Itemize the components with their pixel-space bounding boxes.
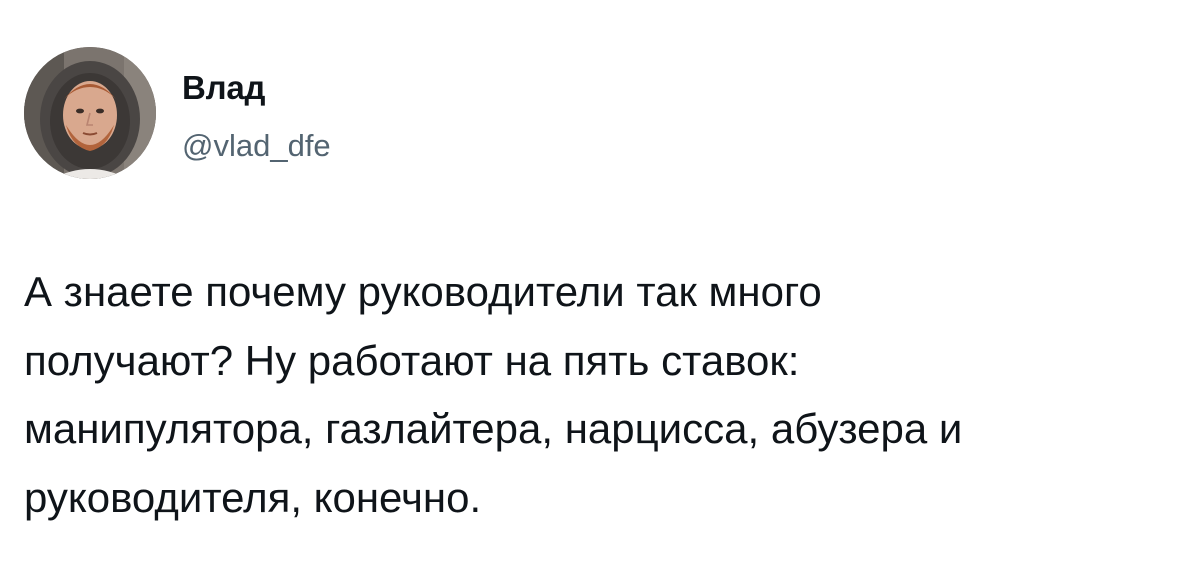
tweet-text-line: получают? Ну работают на пять ставок: [24, 336, 800, 384]
tweet-text-line: манипулятора, газлайтера, нарцисса, абуз… [24, 405, 963, 452]
avatar[interactable] [24, 47, 156, 179]
display-name[interactable]: Влад [182, 68, 265, 108]
tweet-card: Влад @vlad_dfe А знаете почему руководит… [0, 0, 1202, 581]
tweet-text: А знаете почему руководители так много п… [24, 258, 1184, 532]
avatar-photo-icon [24, 47, 156, 179]
tweet-text-line: руководителя, конечно. [24, 473, 482, 521]
tweet-text-line: А знаете почему руководители так много [24, 268, 822, 315]
user-handle[interactable]: @vlad_dfe [182, 126, 331, 166]
